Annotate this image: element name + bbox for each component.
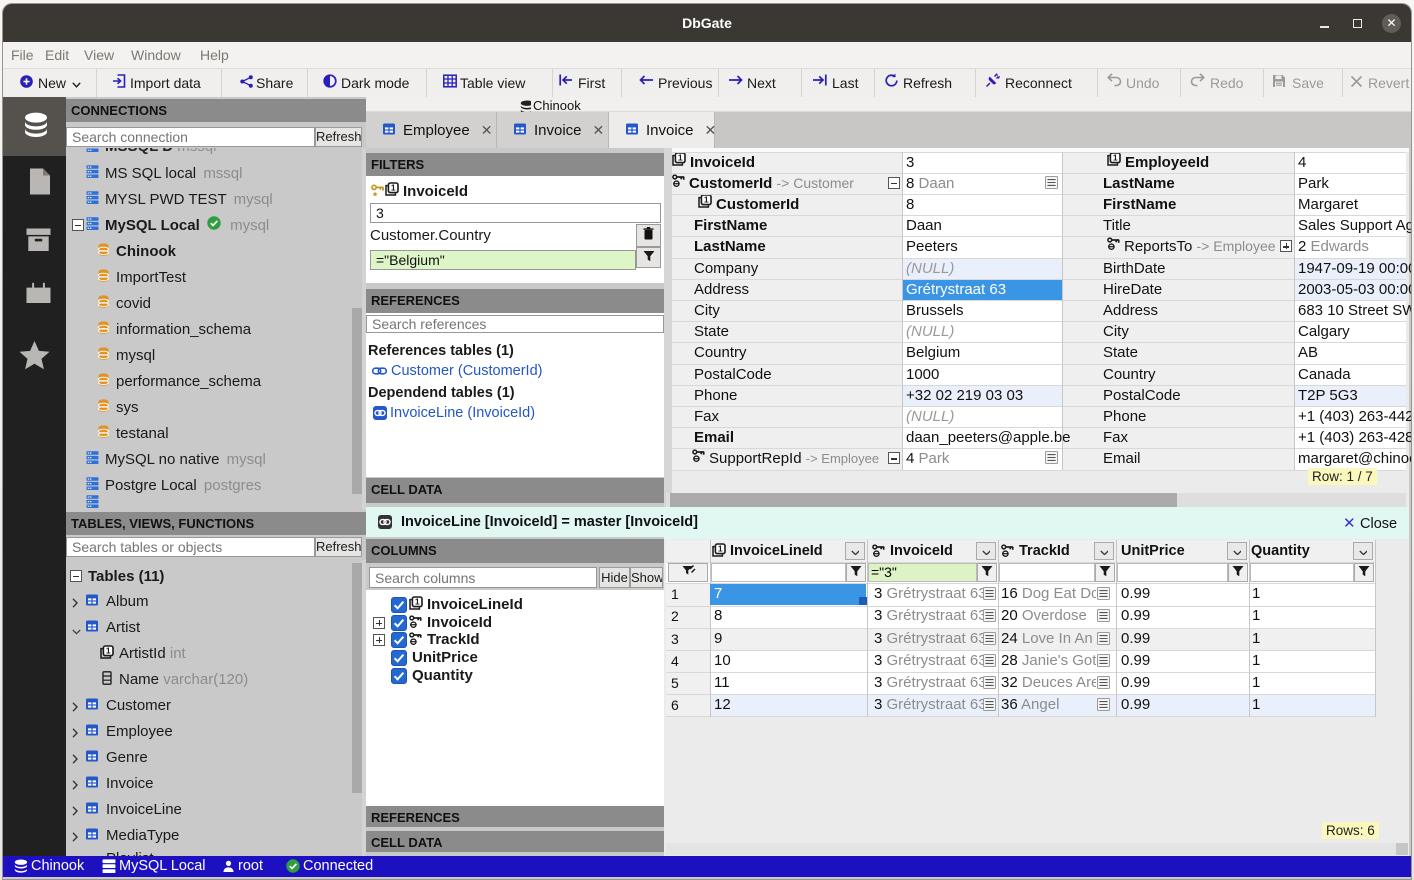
svg-text:1: 1 [678, 152, 683, 162]
svg-text:1: 1 [718, 543, 723, 553]
svg-text:1: 1 [1113, 152, 1118, 162]
svg-text:1: 1 [391, 183, 396, 193]
svg-text:1: 1 [704, 195, 709, 205]
svg-text:1: 1 [106, 646, 111, 656]
svg-text:1: 1 [415, 597, 420, 607]
